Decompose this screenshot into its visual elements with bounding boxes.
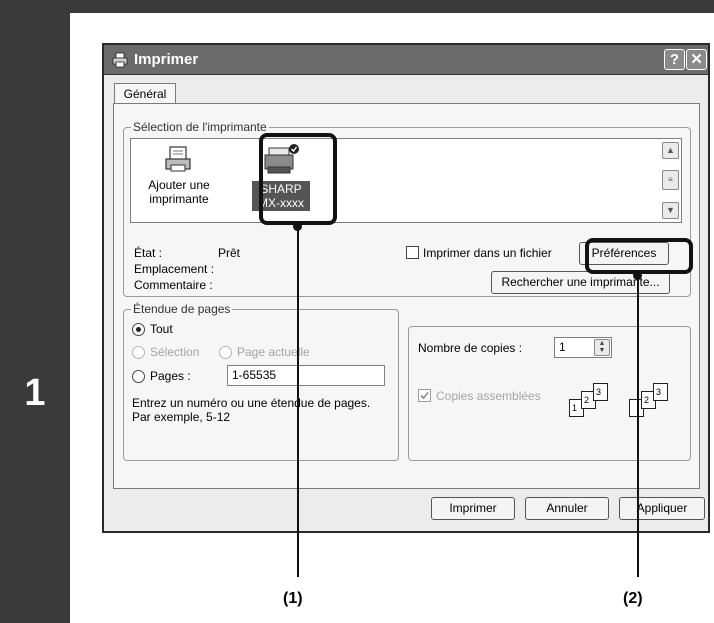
scroll-thumb[interactable]: ≡: [662, 170, 679, 190]
printer-list-scrollbar[interactable]: ▲ ≡ ▼: [662, 142, 679, 219]
callout-2-line: [637, 274, 639, 577]
printer-highlight: [259, 133, 337, 225]
apply-button[interactable]: Appliquer: [619, 497, 705, 520]
top-bar: [70, 0, 714, 13]
selection-label: Sélection: [150, 345, 200, 359]
preferences-highlight: [585, 238, 693, 274]
cancel-button[interactable]: Annuler: [525, 497, 609, 520]
callout-1-label: (1): [283, 590, 303, 607]
page-range-title: Étendue de pages: [131, 302, 233, 316]
print-button[interactable]: Imprimer: [431, 497, 515, 520]
print-to-file-checkbox[interactable]: [406, 246, 419, 259]
etat-value: Prêt: [218, 246, 241, 260]
printer-selection-title: Sélection de l'imprimante: [131, 120, 269, 134]
scroll-down-button[interactable]: ▼: [662, 202, 679, 219]
callout-1-dot: [293, 222, 302, 231]
scroll-up-button[interactable]: ▲: [662, 142, 679, 159]
title-bar: Imprimer ? ✕: [104, 45, 708, 75]
page-range-group: Étendue de pages Tout Sélection Page act…: [123, 302, 399, 461]
step-number: 1: [24, 372, 46, 414]
all-pages-radio[interactable]: [132, 323, 145, 336]
copies-label: Nombre de copies :: [418, 341, 523, 355]
help-button[interactable]: ?: [664, 49, 685, 70]
pages-radio[interactable]: [132, 370, 145, 383]
copies-spinner[interactable]: ▲ ▼: [594, 339, 610, 356]
close-button[interactable]: ✕: [686, 49, 707, 70]
callout-2-dot: [633, 271, 642, 280]
left-step-bar: [0, 0, 70, 623]
print-to-file-label: Imprimer dans un fichier: [423, 246, 552, 260]
collate-illustration: 1 2 3 2 3: [569, 381, 689, 431]
add-printer-item[interactable]: Ajouter une imprimante: [139, 145, 219, 215]
all-pages-label: Tout: [150, 322, 173, 336]
collate-label: Copies assemblées: [436, 389, 541, 403]
dialog-title: Imprimer: [134, 51, 199, 68]
copies-group: Nombre de copies : 1 ▲ ▼ Copies assemblée…: [408, 326, 691, 461]
printer-icon: [112, 52, 128, 68]
page-range-hint-1: Entrez un numéro ou une étendue de pages…: [132, 396, 371, 410]
commentaire-label: Commentaire :: [134, 278, 213, 292]
pages-label: Pages :: [150, 369, 191, 383]
printer-list[interactable]: Ajouter une imprimante SHARP MX-xxxx ▲ ≡…: [130, 138, 682, 223]
etat-label: État :: [134, 246, 163, 260]
add-printer-label-2: imprimante: [149, 192, 209, 206]
page-range-hint-2: Par exemple, 5-12: [132, 410, 231, 424]
emplacement-label: Emplacement :: [134, 262, 215, 276]
collate-checkbox[interactable]: [418, 389, 431, 402]
callout-1-line: [297, 225, 299, 577]
tab-general[interactable]: Général: [114, 83, 176, 104]
add-printer-label-1: Ajouter une: [148, 178, 210, 192]
checkmark-icon: [420, 391, 429, 400]
tab-pane: Sélection de l'imprimante Ajouter une im…: [113, 103, 700, 489]
pages-input[interactable]: 1-65535: [227, 365, 385, 386]
current-page-radio[interactable]: [219, 346, 232, 359]
find-printer-button[interactable]: Rechercher une imprimante...: [491, 271, 670, 294]
selection-radio[interactable]: [132, 346, 145, 359]
callout-2-label: (2): [623, 590, 643, 607]
print-dialog: Imprimer ? ✕ Général Sélection de l'impr…: [102, 43, 710, 533]
add-printer-icon: [165, 146, 191, 172]
